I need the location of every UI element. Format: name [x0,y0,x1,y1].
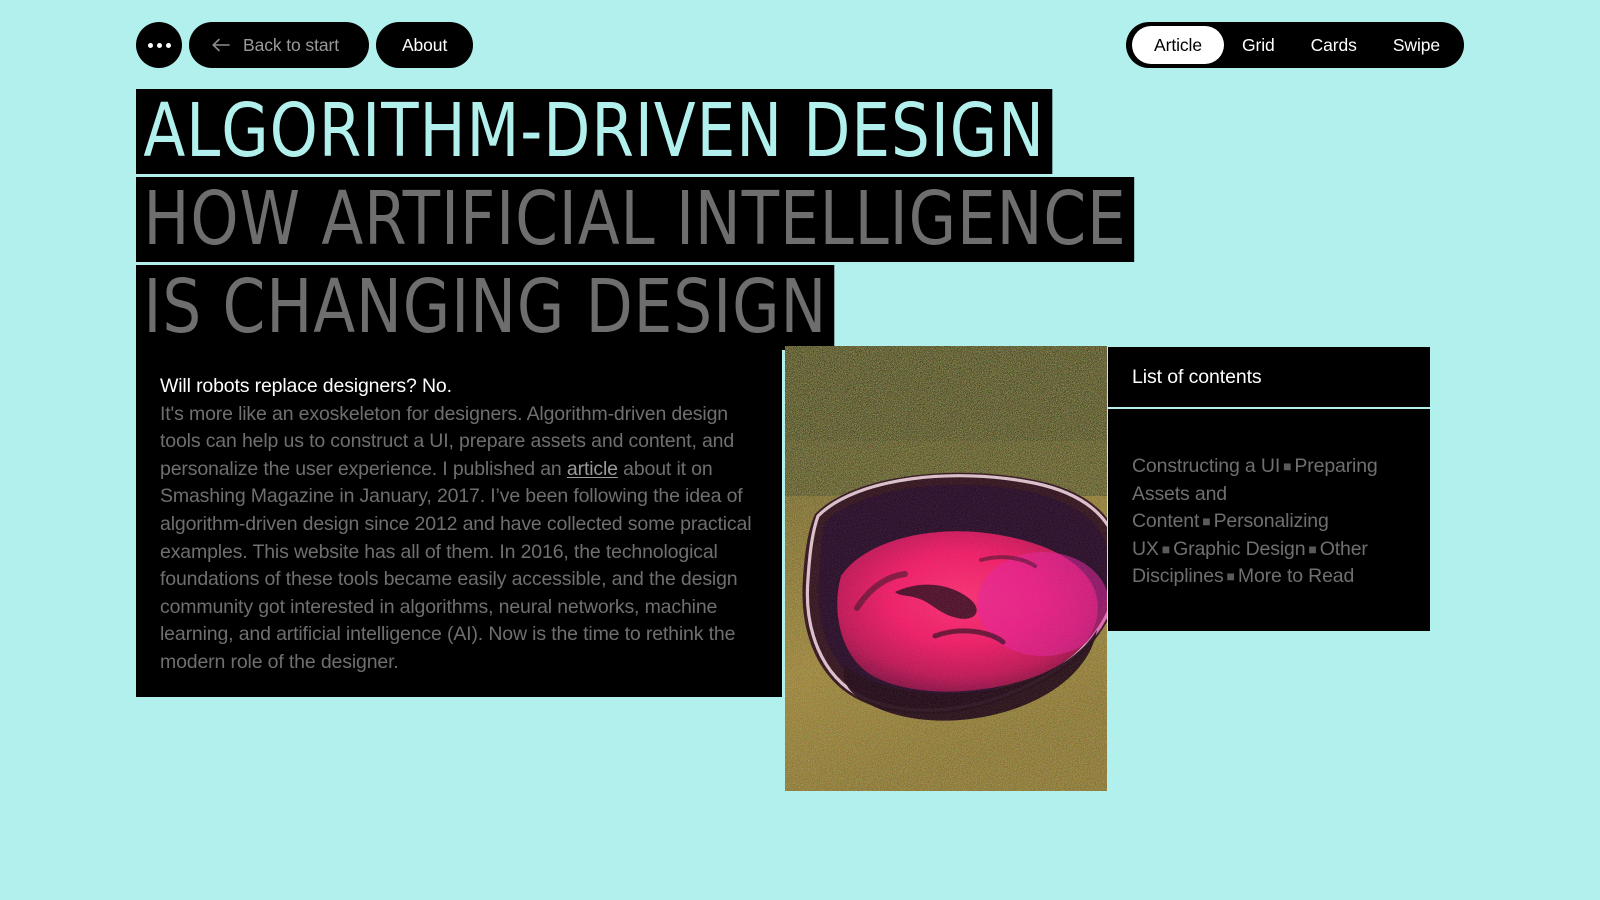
about-button[interactable]: About [375,22,474,68]
toc-list: Constructing a UI ■ Preparing Assets and C… [1132,453,1408,591]
headline-line-3: IS CHANGING DESIGN [136,265,835,350]
toc-body: Constructing a UI ■ Preparing Assets and C… [1108,409,1430,631]
article-inline-link[interactable]: article [567,458,618,480]
article-body: It's more like an exoskeleton for design… [160,401,754,677]
tab-cards[interactable]: Cards [1293,28,1375,62]
top-navigation-bar: Back to start About Article Grid Cards S… [0,22,1600,68]
tab-grid[interactable]: Grid [1224,28,1293,62]
back-to-start-label: Back to start [243,34,339,55]
ellipsis-dot [147,42,153,48]
list-of-contents-panel: List of contents Constructing a UI ■ Prepa… [1108,347,1430,631]
nav-left-group: Back to start About [136,22,474,68]
toc-item-more-to-read[interactable]: More to Read [1238,565,1354,587]
tab-grid-label: Grid [1241,34,1275,55]
headline-line-1: ALGORITHM-DRIVEN DESIGN [136,89,1053,174]
toc-separator-icon: ■ [1308,540,1317,557]
ellipsis-dot [156,42,162,48]
page-title: ALGORITHM-DRIVEN DESIGN HOW ARTIFICIAL I… [136,89,1221,350]
toc-item-constructing-a-ui[interactable]: Constructing a UI [1132,455,1280,477]
toc-separator-icon: ■ [1283,458,1292,474]
tab-swipe-label: Swipe [1392,34,1440,55]
ellipsis-icon[interactable] [136,22,182,68]
pink-lake-illustration [785,346,1107,791]
ellipsis-dot [165,42,171,48]
toc-separator-icon: ■ [1226,568,1235,585]
tab-swipe[interactable]: Swipe [1375,28,1458,62]
page-root: Back to start About Article Grid Cards S… [0,0,1600,900]
article-body-part-2: about it on Smashing Magazine in January… [160,457,752,673]
tab-cards-label: Cards [1310,34,1357,55]
toc-title: List of contents [1132,365,1262,388]
tab-article[interactable]: Article [1132,26,1224,64]
toc-header: List of contents [1108,347,1430,409]
headline-line-2: HOW ARTIFICIAL INTELLIGENCE [136,177,1134,262]
article-text-panel: Will robots replace designers? No. It's … [136,347,782,697]
view-mode-tabs: Article Grid Cards Swipe [1126,22,1464,68]
pink-lake-aerial-photo [785,346,1107,791]
article-lead: Will robots replace designers? No. [160,375,452,397]
tab-article-label: Article [1154,34,1202,55]
back-to-start-button[interactable]: Back to start [189,22,369,68]
toc-item-graphic-design[interactable]: Graphic Design [1173,538,1305,560]
content-row: Will robots replace designers? No. It's … [136,346,1436,807]
toc-separator-icon: ■ [1202,513,1211,530]
arrow-left-icon [212,38,230,52]
about-label: About [401,34,448,55]
toc-separator-icon: ■ [1161,540,1171,557]
